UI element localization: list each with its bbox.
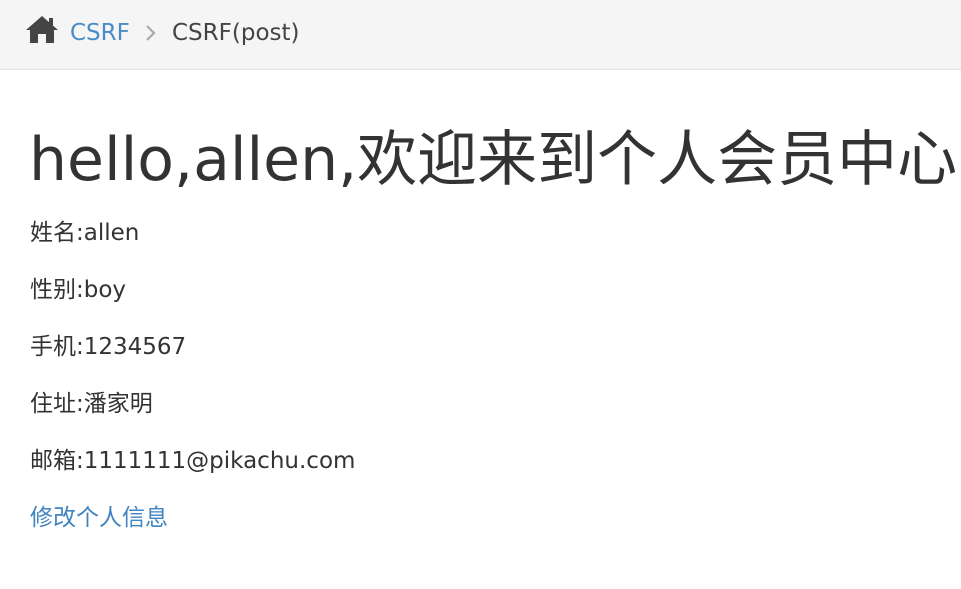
info-address: 住址:潘家明 [30, 391, 153, 417]
page-title: hello,allen,欢迎来到个人会员中心 [29, 125, 958, 195]
chevron-right-icon [146, 25, 156, 41]
info-phone: 手机:1234567 [30, 334, 187, 360]
breadcrumb-link-csrf[interactable]: CSRF [70, 19, 130, 47]
info-email: 邮箱:1111111@pikachu.com [30, 448, 356, 474]
info-name: 姓名:allen [30, 220, 140, 246]
breadcrumb-current: CSRF(post) [172, 20, 300, 46]
edit-profile-link[interactable]: 修改个人信息 [30, 503, 168, 533]
home-icon[interactable] [25, 14, 59, 46]
info-sex: 性别:boy [30, 277, 127, 303]
breadcrumb: CSRF CSRF(post) [0, 0, 961, 70]
